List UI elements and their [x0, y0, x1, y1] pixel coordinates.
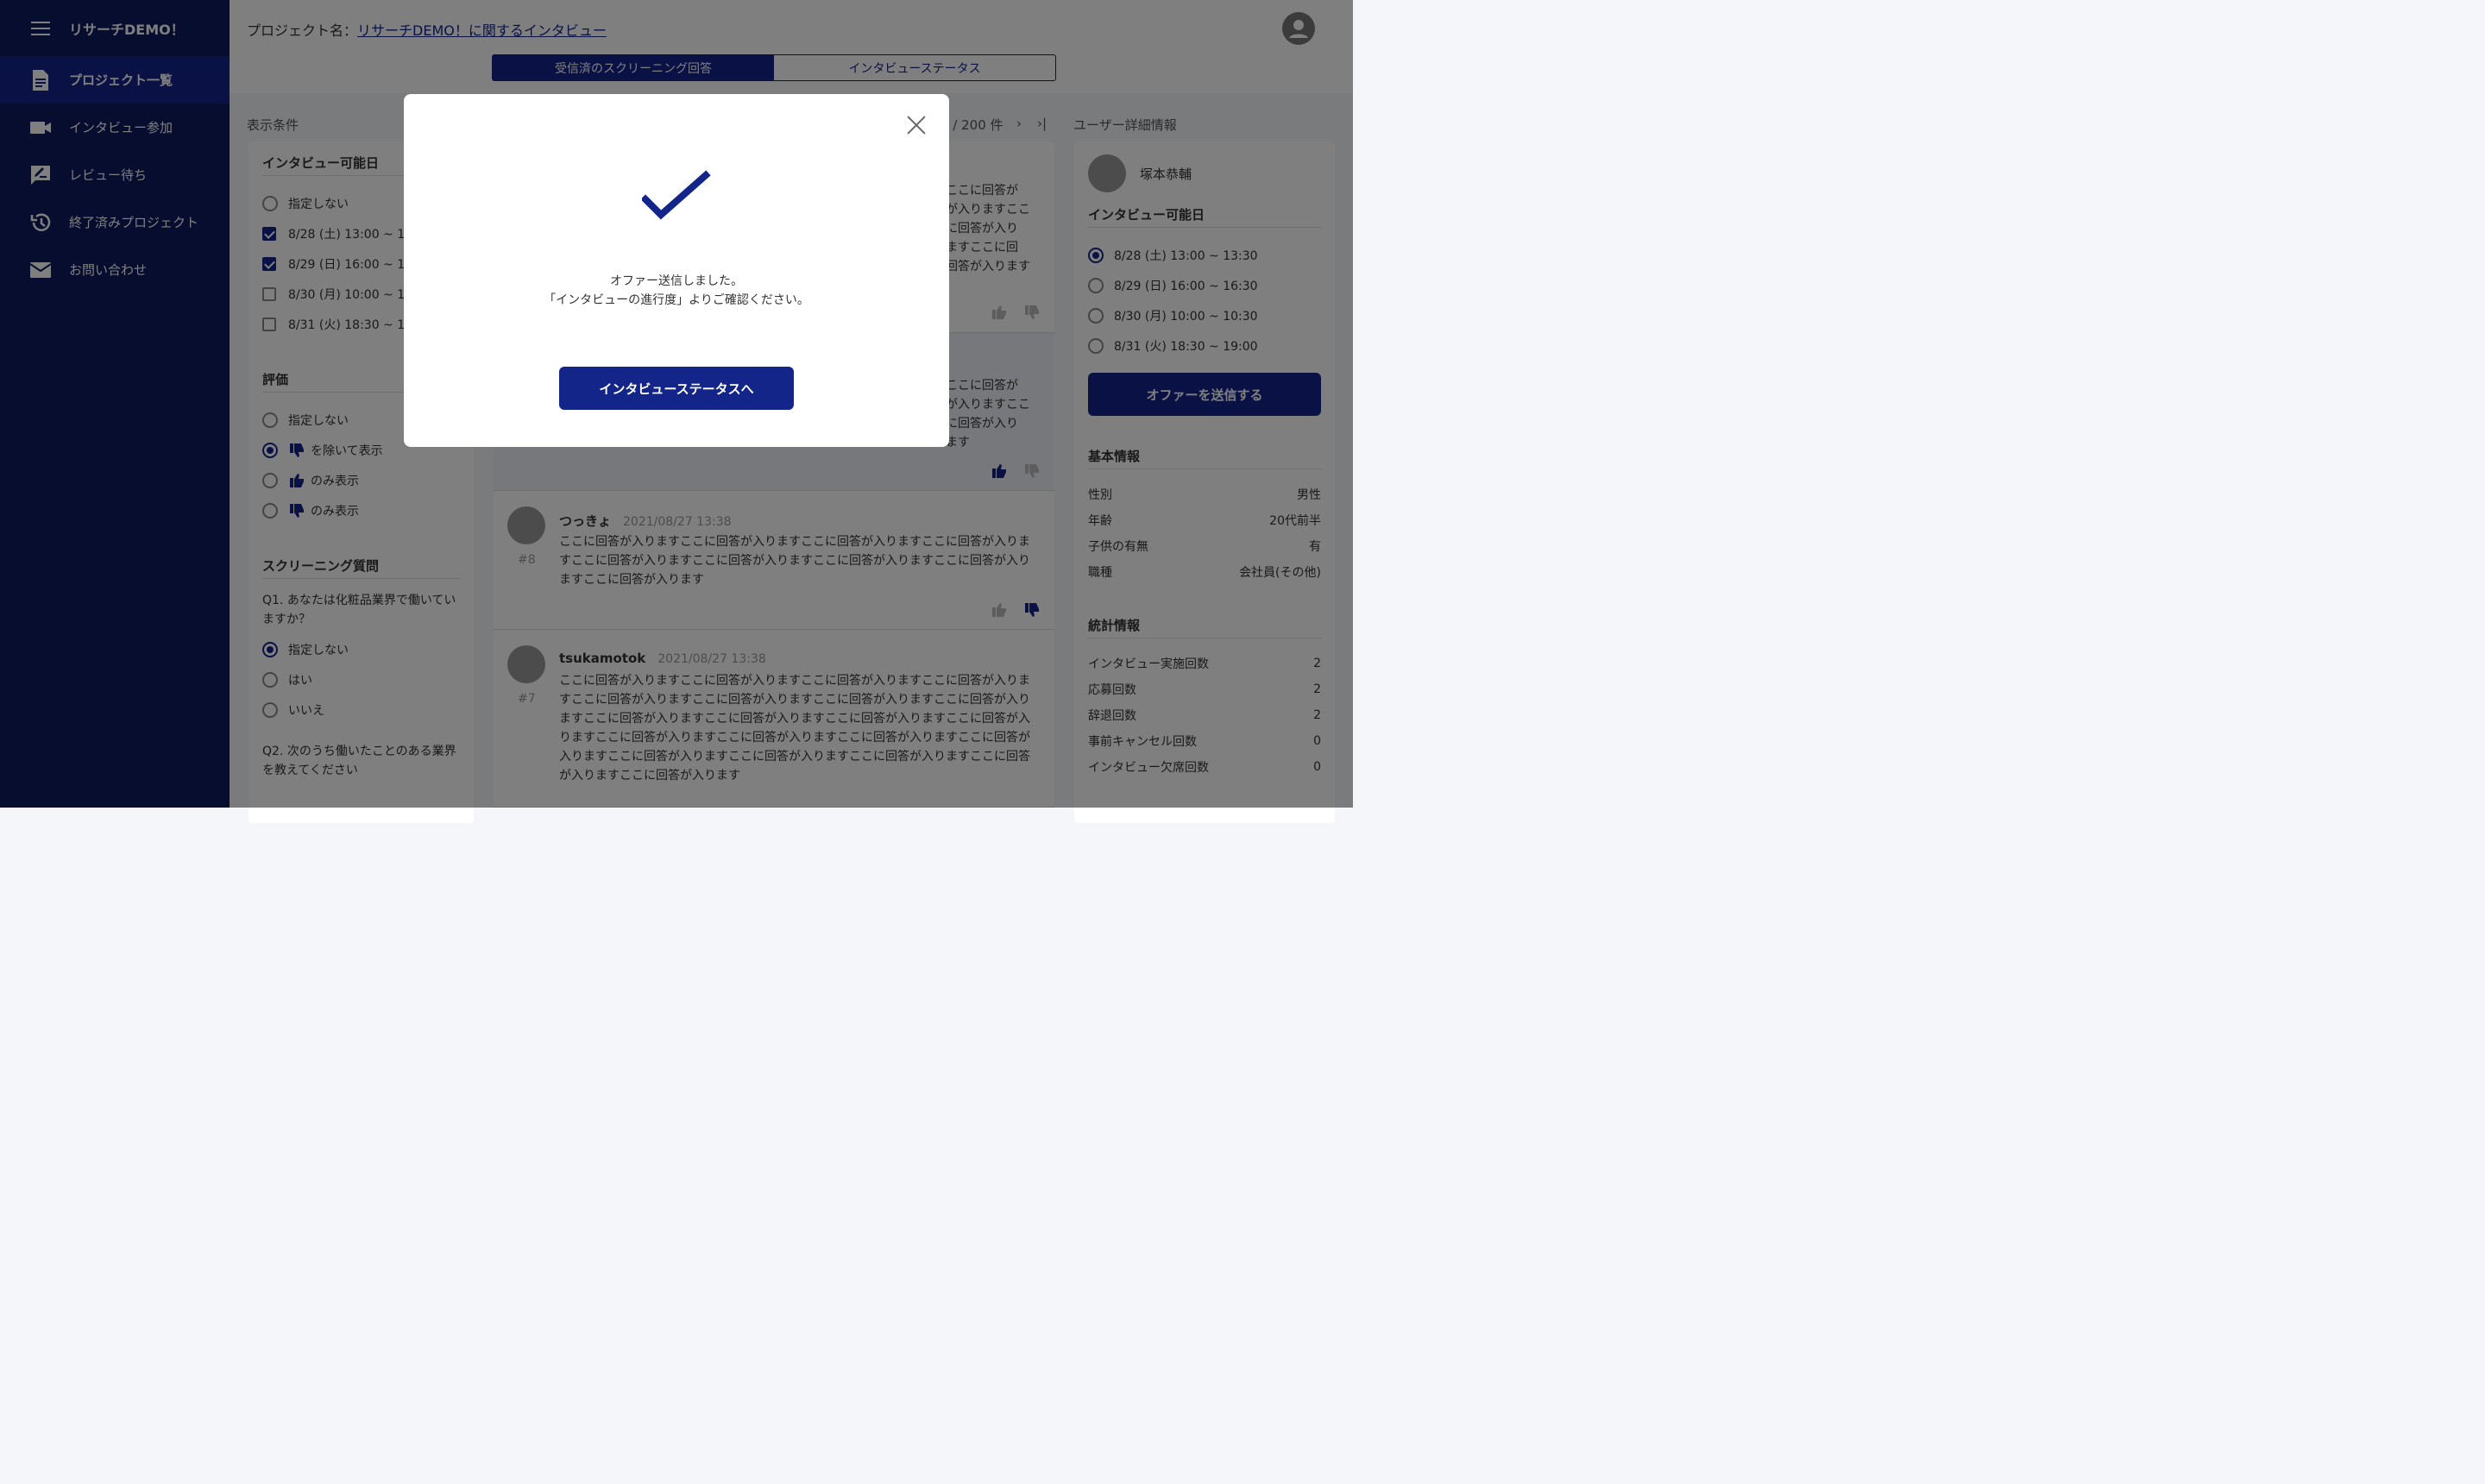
close-icon[interactable]: [906, 115, 927, 135]
dialog-message-line: 「インタビューの進行度」よりご確認ください。: [544, 293, 809, 307]
dialog-message: オファー送信しました。 「インタビューの進行度」よりご確認ください。: [404, 272, 949, 310]
checkmark-icon: [642, 170, 711, 220]
go-to-interview-status-button[interactable]: インタビューステータスへ: [559, 367, 794, 410]
offer-sent-dialog: オファー送信しました。 「インタビューの進行度」よりご確認ください。 インタビュ…: [404, 94, 949, 447]
dialog-message-line: オファー送信しました。: [610, 274, 743, 288]
